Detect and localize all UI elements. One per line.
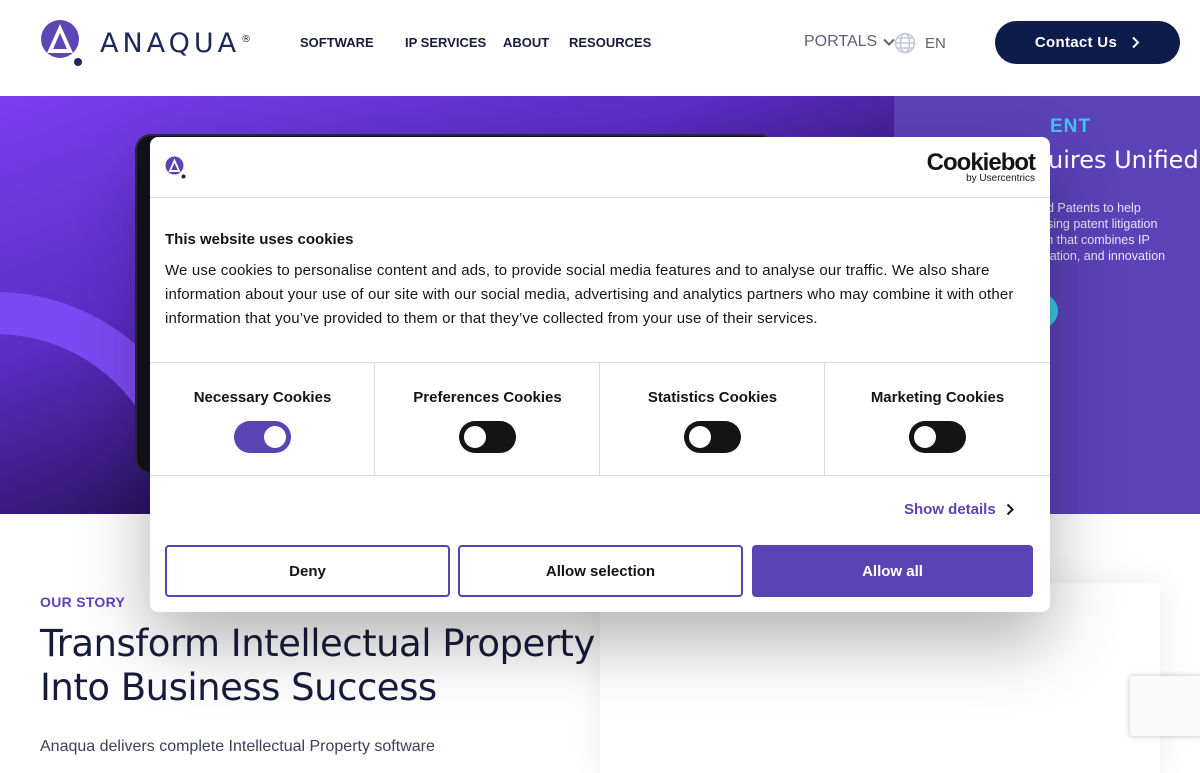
anaqua-small-logo-icon — [165, 156, 186, 179]
category-necessary: Necessary Cookies — [150, 363, 375, 475]
preferences-toggle[interactable] — [459, 421, 516, 453]
toggle-knob — [464, 426, 486, 448]
category-label: Preferences Cookies — [413, 389, 562, 406]
cookie-consent-dialog: Cookiebot by Usercentrics This website u… — [150, 137, 1050, 612]
deny-button[interactable]: Deny — [165, 545, 450, 597]
allow-all-button[interactable]: Allow all — [752, 545, 1033, 597]
category-label: Necessary Cookies — [193, 389, 332, 406]
category-label: Statistics Cookies — [647, 389, 778, 406]
toggle-knob — [689, 426, 711, 448]
toggle-knob — [264, 426, 286, 448]
category-statistics: Statistics Cookies — [600, 363, 825, 475]
cookiebot-name: Cookiebot — [926, 149, 1036, 176]
cookie-categories: Necessary Cookies Preferences Cookies St… — [150, 362, 1050, 476]
cookiebot-logo[interactable]: Cookiebot by Usercentrics — [926, 149, 1036, 185]
dialog-text: We use cookies to personalise content an… — [165, 262, 1014, 327]
allow-selection-button[interactable]: Allow selection — [458, 545, 743, 597]
statistics-toggle[interactable] — [684, 421, 741, 453]
chevron-right-icon — [1006, 503, 1014, 516]
show-details-label: Show details — [904, 501, 996, 518]
dialog-header: Cookiebot by Usercentrics — [150, 137, 1050, 198]
marketing-toggle[interactable] — [909, 421, 966, 453]
toggle-knob — [914, 426, 936, 448]
necessary-toggle[interactable] — [234, 421, 291, 453]
show-details-link[interactable]: Show details — [904, 501, 1014, 518]
category-label: Marketing Cookies — [870, 389, 1005, 406]
category-preferences: Preferences Cookies — [375, 363, 600, 475]
category-marketing: Marketing Cookies — [825, 363, 1050, 475]
dialog-title: This website uses cookies — [165, 231, 354, 248]
